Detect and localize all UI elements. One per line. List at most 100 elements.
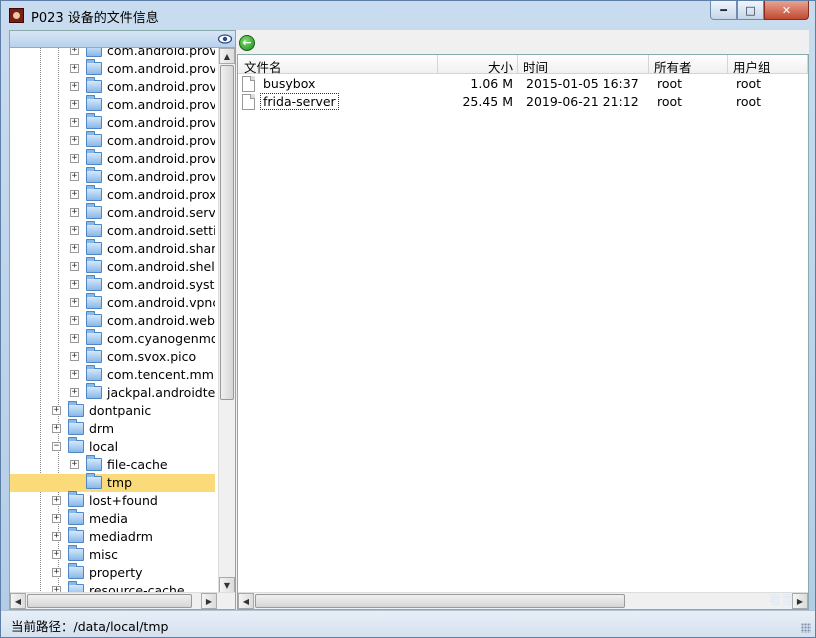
tree-item[interactable]: + jackpal.androidte	[10, 383, 215, 402]
tree-item[interactable]: + com.android.webv	[10, 311, 215, 330]
back-button[interactable]: ←	[239, 35, 255, 51]
expand-icon[interactable]: +	[52, 406, 61, 415]
tree-item[interactable]: + com.tencent.mm	[10, 365, 215, 384]
tree-item[interactable]: − local	[10, 437, 215, 456]
resize-grip[interactable]	[801, 623, 811, 633]
tree-item[interactable]: + com.android.serve	[10, 203, 215, 222]
tree-item[interactable]: + com.android.prov	[10, 149, 215, 168]
tree-item[interactable]: + com.android.prov	[10, 131, 215, 150]
column-header-owner[interactable]: 所有者	[654, 57, 692, 76]
tree-item[interactable]: + com.android.prov	[10, 167, 215, 186]
tree-item[interactable]: + drm	[10, 419, 215, 438]
tree-item[interactable]: + media	[10, 509, 215, 528]
expand-icon[interactable]: +	[70, 316, 79, 325]
tree-item[interactable]: + file-cache	[10, 455, 215, 474]
expand-icon[interactable]: +	[70, 172, 79, 181]
tree-item[interactable]: + com.android.vpnc	[10, 293, 215, 312]
scroll-down-button[interactable]: ▼	[219, 577, 235, 593]
expand-icon[interactable]: +	[70, 388, 79, 397]
scroll-left-button[interactable]: ◀	[10, 593, 26, 609]
title-bar[interactable]: P023 设备的文件信息 ━ □ ✕	[1, 1, 815, 29]
expand-icon[interactable]: +	[70, 352, 79, 361]
tree-item-label: com.android.prov	[107, 97, 215, 112]
tree-item[interactable]: + com.android.settin	[10, 221, 215, 240]
tree-item[interactable]: + com.android.prov	[10, 48, 215, 60]
directory-tree[interactable]: + com.android.prov + com.android.prov + com.a…	[10, 48, 215, 593]
expand-icon[interactable]: +	[70, 334, 79, 343]
expand-icon[interactable]: +	[52, 532, 61, 541]
tree-item-label: com.android.prov	[107, 151, 215, 166]
expand-icon[interactable]: +	[70, 460, 79, 469]
tree-item[interactable]: + lost+found	[10, 491, 215, 510]
collapse-icon[interactable]: −	[52, 442, 61, 451]
tree-item[interactable]: + misc	[10, 545, 215, 564]
tree-item[interactable]: + com.android.syste	[10, 275, 215, 294]
expand-icon[interactable]: +	[52, 496, 61, 505]
expand-icon[interactable]: +	[52, 514, 61, 523]
scroll-right-button[interactable]: ▶	[201, 593, 217, 609]
expand-icon[interactable]: +	[70, 244, 79, 253]
list-horizontal-scroll-thumb[interactable]	[255, 594, 625, 608]
tree-item[interactable]: + com.android.prov	[10, 77, 215, 96]
maximize-button[interactable]: □	[737, 1, 764, 20]
expand-icon[interactable]: +	[70, 298, 79, 307]
expand-icon[interactable]: +	[70, 118, 79, 127]
tree-item-label: file-cache	[107, 457, 168, 472]
tree-item[interactable]: + dontpanic	[10, 401, 215, 420]
column-separator[interactable]	[807, 55, 808, 73]
tree-vertical-scroll-thumb[interactable]	[220, 65, 234, 400]
arrow-right-icon: ▶	[205, 596, 213, 606]
expand-icon[interactable]: +	[70, 208, 79, 217]
folder-icon	[86, 365, 102, 381]
expand-icon[interactable]: +	[70, 48, 79, 55]
tree-item[interactable]: + com.android.shar	[10, 239, 215, 258]
column-separator[interactable]	[727, 55, 728, 73]
expand-icon[interactable]: +	[52, 568, 61, 577]
minimize-button[interactable]: ━	[710, 1, 737, 20]
expand-icon[interactable]: +	[70, 280, 79, 289]
expand-icon[interactable]: +	[70, 226, 79, 235]
expand-icon[interactable]: +	[70, 100, 79, 109]
tree-item[interactable]: + com.svox.pico	[10, 347, 215, 366]
file-list[interactable]: 文件名 大小 时间 所有者 用户组 busybox 1.06 M 2015-01-0…	[237, 54, 809, 610]
folder-icon	[86, 347, 102, 363]
expand-icon[interactable]: +	[52, 550, 61, 559]
scroll-left-button[interactable]: ◀	[238, 593, 254, 609]
tree-item[interactable]: + com.android.prox	[10, 185, 215, 204]
column-header-size[interactable]: 大小	[438, 57, 513, 76]
file-row[interactable]: frida-server 25.45 M 2019-06-21 21:12 root r…	[238, 93, 808, 111]
expand-icon[interactable]: +	[70, 82, 79, 91]
tree-item[interactable]: + com.android.prov	[10, 95, 215, 114]
scroll-right-button[interactable]: ▶	[792, 593, 808, 609]
tree-item[interactable]: + com.android.shell	[10, 257, 215, 276]
file-row[interactable]: busybox 1.06 M 2015-01-05 16:37 root root	[238, 75, 808, 93]
tree-item[interactable]: + mediadrm	[10, 527, 215, 546]
tree-item-label: com.android.prov	[107, 133, 215, 148]
tree-horizontal-scroll-thumb[interactable]	[27, 594, 192, 608]
tree-item-label: media	[89, 511, 128, 526]
column-separator[interactable]	[648, 55, 649, 73]
tree-horizontal-scrollbar[interactable]: ◀ ▶	[10, 592, 235, 609]
expand-icon[interactable]: +	[70, 64, 79, 73]
tree-item[interactable]: + com.android.prov	[10, 59, 215, 78]
tree-item[interactable]: tmp	[10, 473, 215, 492]
eye-icon[interactable]	[218, 33, 232, 45]
expand-icon[interactable]: +	[52, 424, 61, 433]
tree-item[interactable]: + com.android.prov	[10, 113, 215, 132]
column-separator[interactable]	[517, 55, 518, 73]
column-header-group[interactable]: 用户组	[733, 57, 771, 76]
expand-icon[interactable]: +	[70, 136, 79, 145]
scroll-up-button[interactable]: ▲	[219, 48, 235, 64]
tree-vertical-scrollbar[interactable]: ▲ ▼	[218, 48, 235, 593]
expand-icon[interactable]: +	[70, 190, 79, 199]
expand-icon[interactable]: +	[70, 154, 79, 163]
tree-item[interactable]: + property	[10, 563, 215, 582]
expand-icon[interactable]: +	[70, 262, 79, 271]
tree-item-label: property	[89, 565, 143, 580]
expand-icon[interactable]: +	[70, 370, 79, 379]
tree-item[interactable]: + com.cyanogenmo	[10, 329, 215, 348]
close-button[interactable]: ✕	[764, 1, 809, 20]
column-header-name[interactable]: 文件名	[244, 57, 282, 76]
list-horizontal-scrollbar[interactable]: ◀ ▶	[238, 592, 808, 609]
column-header-time[interactable]: 时间	[523, 57, 548, 76]
